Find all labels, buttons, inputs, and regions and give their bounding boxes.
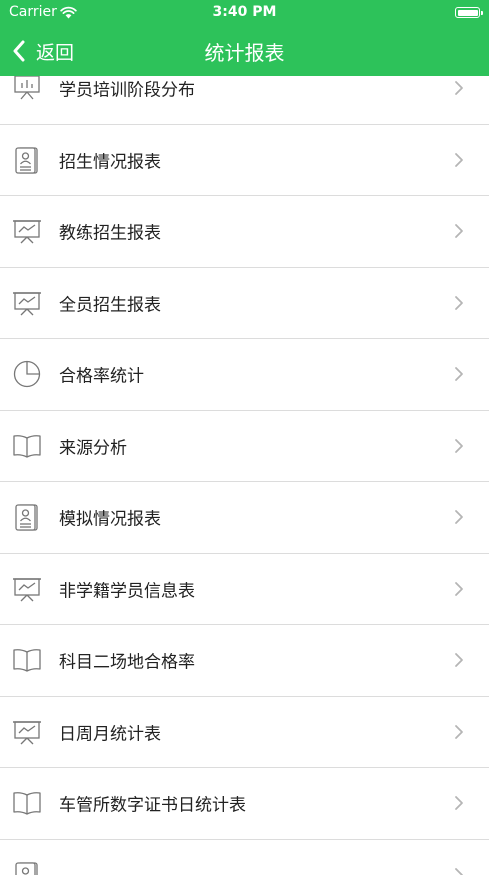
list-item-label: 合格率统计 (59, 366, 144, 387)
contact-card-icon (12, 502, 42, 532)
book-icon (12, 645, 42, 675)
chevron-right-icon (454, 509, 464, 525)
list-item-label: 来源分析 (59, 438, 127, 459)
presentation-chart-icon (12, 574, 42, 604)
list-item-label: 教练招生报表 (59, 223, 161, 244)
list-item[interactable]: 车管所数字证书日统计表 (0, 768, 489, 840)
list-item[interactable]: 模拟情况报表 (0, 482, 489, 554)
list-item[interactable]: 非学籍学员信息表 (0, 553, 489, 625)
book-icon (12, 431, 42, 461)
chevron-right-icon (454, 867, 464, 875)
chevron-right-icon (454, 724, 464, 740)
status-bar: Carrier 3:40 PM (0, 0, 489, 26)
list-item[interactable]: 学员培训阶段分布 (0, 76, 489, 125)
header: Carrier 3:40 PM 返回 统计报表 (0, 0, 489, 76)
list-item-label: 模拟情况报表 (59, 509, 161, 530)
list-item[interactable]: 合格率统计 (0, 339, 489, 411)
list-item-label: 非学籍学员信息表 (59, 581, 195, 602)
book-icon (12, 788, 42, 818)
contact-card-icon (12, 860, 42, 875)
list-item[interactable]: 日周月统计表 (0, 696, 489, 768)
list-item[interactable]: 全员招生报表 (0, 267, 489, 339)
list-item-label: 日周月统计表 (59, 724, 161, 745)
list-item-label: 学员培训阶段分布 (59, 80, 195, 101)
presentation-chart-icon (12, 216, 42, 246)
list-item[interactable]: 招生情况报表 (0, 124, 489, 196)
list-item-label: 车管所数字证书日统计表 (59, 795, 246, 816)
navigation-bar: 返回 统计报表 (0, 26, 489, 76)
list-item-label: 招生情况报表 (59, 152, 161, 173)
chevron-right-icon (454, 795, 464, 811)
chevron-right-icon (454, 80, 464, 96)
bar-chart-icon (12, 76, 42, 103)
chevron-right-icon (454, 295, 464, 311)
presentation-chart-icon (12, 717, 42, 747)
pie-chart-icon (12, 359, 42, 389)
list-item-label: 全员招生报表 (59, 295, 161, 316)
list-item-label: 科目二场地合格率 (59, 652, 195, 673)
chevron-right-icon (454, 223, 464, 239)
list-item[interactable]: 科目二场地合格率 (0, 625, 489, 697)
list-item[interactable] (0, 839, 489, 875)
list-item[interactable]: 来源分析 (0, 410, 489, 482)
chevron-right-icon (454, 652, 464, 668)
chevron-right-icon (454, 152, 464, 168)
presentation-chart-icon (12, 288, 42, 318)
list-item[interactable]: 教练招生报表 (0, 196, 489, 268)
report-list[interactable]: 学员培训阶段分布 招生情况报表 教练招生报表 全员招生报表 合格率统计来源分析模拟情况报… (0, 76, 489, 875)
contact-card-icon (12, 145, 42, 175)
page-title: 统计报表 (204, 41, 285, 65)
chevron-right-icon (454, 366, 464, 382)
status-time: 3:40 PM (212, 4, 277, 20)
chevron-right-icon (454, 581, 464, 597)
battery-icon (455, 7, 483, 18)
chevron-right-icon (454, 438, 464, 454)
